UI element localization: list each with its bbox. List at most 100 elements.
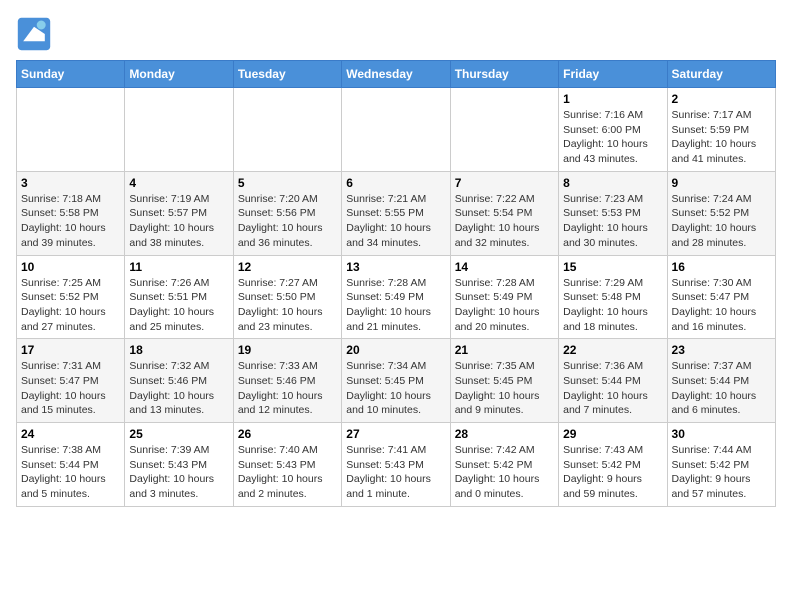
day-number: 30	[672, 427, 771, 441]
day-info: Sunrise: 7:19 AM Sunset: 5:57 PM Dayligh…	[129, 192, 228, 251]
day-info: Sunrise: 7:43 AM Sunset: 5:42 PM Dayligh…	[563, 443, 662, 502]
calendar-cell: 5 Sunrise: 7:20 AM Sunset: 5:56 PM Daylig…	[233, 171, 341, 255]
day-info: Sunrise: 7:36 AM Sunset: 5:44 PM Dayligh…	[563, 359, 662, 418]
weekday-header-row: SundayMondayTuesdayWednesdayThursdayFrid…	[17, 61, 776, 88]
day-number: 3	[21, 176, 120, 190]
calendar-cell: 7Sunrise: 7:22 AM Sunset: 5:54 PM Daylig…	[450, 171, 558, 255]
day-number: 22	[563, 343, 662, 357]
calendar-cell	[450, 88, 558, 172]
day-number: 2	[672, 92, 771, 106]
day-number: 5	[238, 176, 337, 190]
day-info: Sunrise: 7:42 AM Sunset: 5:42 PM Dayligh…	[455, 443, 554, 502]
calendar-cell: 11Sunrise: 7:26 AM Sunset: 5:51 PM Dayli…	[125, 255, 233, 339]
day-number: 24	[21, 427, 120, 441]
day-info: Sunrise: 7:37 AM Sunset: 5:44 PM Dayligh…	[672, 359, 771, 418]
day-number: 15	[563, 260, 662, 274]
calendar-cell: 30Sunrise: 7:44 AM Sunset: 5:42 PM Dayli…	[667, 423, 775, 507]
day-info: Sunrise: 7:39 AM Sunset: 5:43 PM Dayligh…	[129, 443, 228, 502]
weekday-header-wednesday: Wednesday	[342, 61, 450, 88]
day-info: Sunrise: 7:33 AM Sunset: 5:46 PM Dayligh…	[238, 359, 337, 418]
day-info: Sunrise: 7:31 AM Sunset: 5:47 PM Dayligh…	[21, 359, 120, 418]
calendar-cell: 16 Sunrise: 7:30 AM Sunset: 5:47 PM Dayli…	[667, 255, 775, 339]
day-info: Sunrise: 7:23 AM Sunset: 5:53 PM Dayligh…	[563, 192, 662, 251]
calendar-cell: 14 Sunrise: 7:28 AM Sunset: 5:49 PM Dayli…	[450, 255, 558, 339]
calendar-cell: 22 Sunrise: 7:36 AM Sunset: 5:44 PM Dayli…	[559, 339, 667, 423]
day-info: Sunrise: 7:28 AM Sunset: 5:49 PM Dayligh…	[455, 276, 554, 335]
day-number: 4	[129, 176, 228, 190]
day-info: Sunrise: 7:22 AM Sunset: 5:54 PM Dayligh…	[455, 192, 554, 251]
day-number: 28	[455, 427, 554, 441]
calendar-cell: 6 Sunrise: 7:21 AM Sunset: 5:55 PM Daylig…	[342, 171, 450, 255]
day-info: Sunrise: 7:25 AM Sunset: 5:52 PM Dayligh…	[21, 276, 120, 335]
day-info: Sunrise: 7:21 AM Sunset: 5:55 PM Dayligh…	[346, 192, 445, 251]
day-number: 12	[238, 260, 337, 274]
day-info: Sunrise: 7:18 AM Sunset: 5:58 PM Dayligh…	[21, 192, 120, 251]
day-info: Sunrise: 7:27 AM Sunset: 5:50 PM Dayligh…	[238, 276, 337, 335]
day-info: Sunrise: 7:35 AM Sunset: 5:45 PM Dayligh…	[455, 359, 554, 418]
calendar-cell: 17 Sunrise: 7:31 AM Sunset: 5:47 PM Dayli…	[17, 339, 125, 423]
calendar-cell: 3 Sunrise: 7:18 AM Sunset: 5:58 PM Daylig…	[17, 171, 125, 255]
day-number: 25	[129, 427, 228, 441]
weekday-header-monday: Monday	[125, 61, 233, 88]
calendar-cell: 4 Sunrise: 7:19 AM Sunset: 5:57 PM Daylig…	[125, 171, 233, 255]
day-info: Sunrise: 7:30 AM Sunset: 5:47 PM Dayligh…	[672, 276, 771, 335]
calendar-cell: 9Sunrise: 7:24 AM Sunset: 5:52 PM Daylig…	[667, 171, 775, 255]
calendar-cell: 21 Sunrise: 7:35 AM Sunset: 5:45 PM Dayli…	[450, 339, 558, 423]
calendar-header: SundayMondayTuesdayWednesdayThursdayFrid…	[17, 61, 776, 88]
day-info: Sunrise: 7:40 AM Sunset: 5:43 PM Dayligh…	[238, 443, 337, 502]
day-info: Sunrise: 7:20 AM Sunset: 5:56 PM Dayligh…	[238, 192, 337, 251]
calendar-week-1: 1 Sunrise: 7:16 AM Sunset: 6:00 PM Daylig…	[17, 88, 776, 172]
logo-icon	[16, 16, 52, 52]
weekday-header-saturday: Saturday	[667, 61, 775, 88]
day-number: 1	[563, 92, 662, 106]
calendar-cell: 13Sunrise: 7:28 AM Sunset: 5:49 PM Dayli…	[342, 255, 450, 339]
day-number: 14	[455, 260, 554, 274]
calendar-cell: 25 Sunrise: 7:39 AM Sunset: 5:43 PM Dayli…	[125, 423, 233, 507]
calendar-cell: 2 Sunrise: 7:17 AM Sunset: 5:59 PM Daylig…	[667, 88, 775, 172]
day-number: 23	[672, 343, 771, 357]
calendar-cell: 12 Sunrise: 7:27 AM Sunset: 5:50 PM Dayli…	[233, 255, 341, 339]
page-header	[16, 16, 776, 52]
day-info: Sunrise: 7:29 AM Sunset: 5:48 PM Dayligh…	[563, 276, 662, 335]
day-info: Sunrise: 7:16 AM Sunset: 6:00 PM Dayligh…	[563, 108, 662, 167]
calendar-cell: 10 Sunrise: 7:25 AM Sunset: 5:52 PM Dayli…	[17, 255, 125, 339]
day-number: 19	[238, 343, 337, 357]
day-info: Sunrise: 7:32 AM Sunset: 5:46 PM Dayligh…	[129, 359, 228, 418]
day-info: Sunrise: 7:17 AM Sunset: 5:59 PM Dayligh…	[672, 108, 771, 167]
day-info: Sunrise: 7:41 AM Sunset: 5:43 PM Dayligh…	[346, 443, 445, 502]
day-info: Sunrise: 7:38 AM Sunset: 5:44 PM Dayligh…	[21, 443, 120, 502]
day-number: 26	[238, 427, 337, 441]
calendar-cell: 24 Sunrise: 7:38 AM Sunset: 5:44 PM Dayli…	[17, 423, 125, 507]
weekday-header-sunday: Sunday	[17, 61, 125, 88]
calendar-cell: 26 Sunrise: 7:40 AM Sunset: 5:43 PM Dayli…	[233, 423, 341, 507]
calendar-cell: 29 Sunrise: 7:43 AM Sunset: 5:42 PM Dayli…	[559, 423, 667, 507]
day-number: 10	[21, 260, 120, 274]
calendar-week-5: 24 Sunrise: 7:38 AM Sunset: 5:44 PM Dayli…	[17, 423, 776, 507]
day-number: 18	[129, 343, 228, 357]
calendar-cell: 15 Sunrise: 7:29 AM Sunset: 5:48 PM Dayli…	[559, 255, 667, 339]
logo	[16, 16, 56, 52]
weekday-header-thursday: Thursday	[450, 61, 558, 88]
calendar-week-3: 10 Sunrise: 7:25 AM Sunset: 5:52 PM Dayli…	[17, 255, 776, 339]
day-number: 21	[455, 343, 554, 357]
calendar-cell	[17, 88, 125, 172]
calendar-cell: 27Sunrise: 7:41 AM Sunset: 5:43 PM Dayli…	[342, 423, 450, 507]
weekday-header-tuesday: Tuesday	[233, 61, 341, 88]
calendar-body: 1 Sunrise: 7:16 AM Sunset: 6:00 PM Daylig…	[17, 88, 776, 507]
day-number: 6	[346, 176, 445, 190]
day-number: 13	[346, 260, 445, 274]
calendar-week-4: 17 Sunrise: 7:31 AM Sunset: 5:47 PM Dayli…	[17, 339, 776, 423]
calendar-cell	[342, 88, 450, 172]
day-number: 16	[672, 260, 771, 274]
day-number: 29	[563, 427, 662, 441]
day-number: 20	[346, 343, 445, 357]
calendar-cell: 18 Sunrise: 7:32 AM Sunset: 5:46 PM Dayli…	[125, 339, 233, 423]
calendar-week-2: 3 Sunrise: 7:18 AM Sunset: 5:58 PM Daylig…	[17, 171, 776, 255]
calendar-cell: 8 Sunrise: 7:23 AM Sunset: 5:53 PM Daylig…	[559, 171, 667, 255]
day-number: 8	[563, 176, 662, 190]
day-number: 17	[21, 343, 120, 357]
calendar-cell: 1 Sunrise: 7:16 AM Sunset: 6:00 PM Daylig…	[559, 88, 667, 172]
day-number: 9	[672, 176, 771, 190]
calendar-cell	[125, 88, 233, 172]
calendar-cell: 28 Sunrise: 7:42 AM Sunset: 5:42 PM Dayli…	[450, 423, 558, 507]
